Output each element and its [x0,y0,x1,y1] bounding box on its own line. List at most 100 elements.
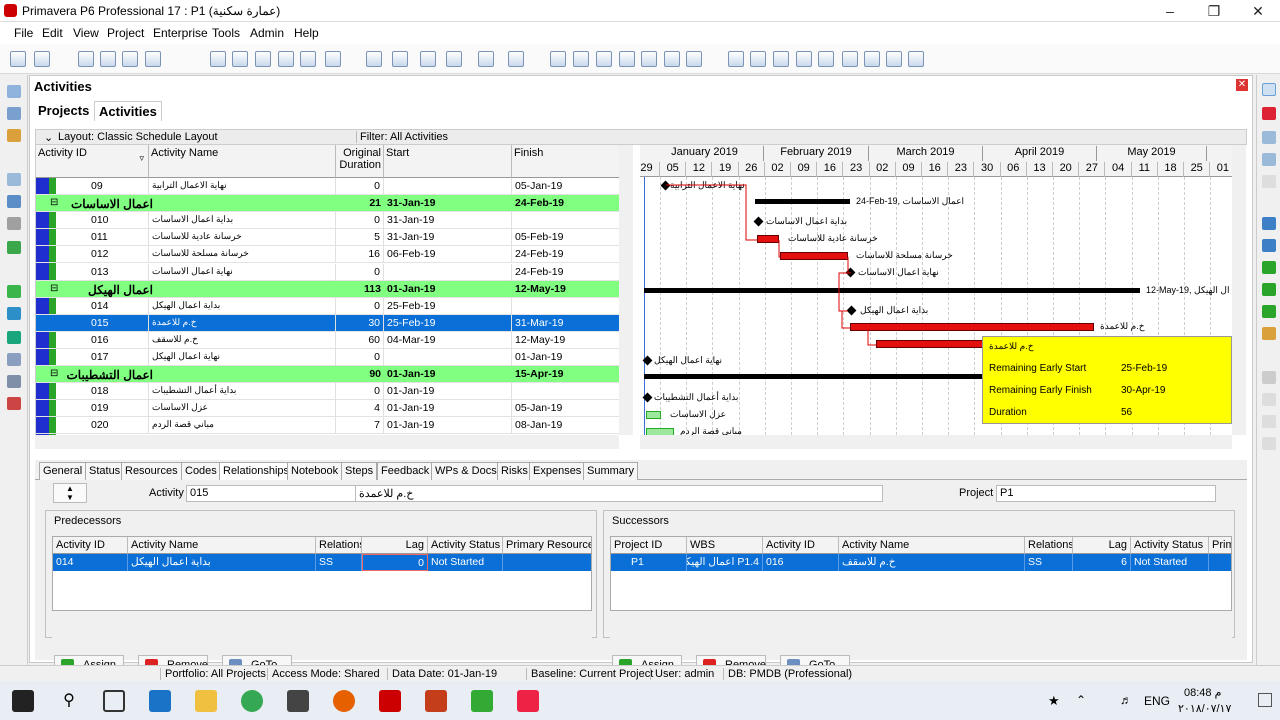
reports-icon[interactable] [886,51,902,67]
activity-name[interactable]: عزل الاساسات [149,400,336,418]
filter-view-icon[interactable] [255,51,271,67]
finish-date[interactable]: 12-May-19 [512,332,619,349]
portfolio-icon[interactable] [7,397,21,410]
succ-wbs[interactable]: P1.4 اعمال الهيكل [687,554,763,571]
activity-row[interactable]: 013 نهاية اعمال الاساسات 0 24-Feb-19 [36,263,619,281]
edge-icon[interactable] [149,690,171,712]
col-original-duration[interactable]: Original Duration [336,145,384,178]
network-icon[interactable] [122,51,138,67]
activity-row[interactable]: 010 بداية اعمال الاساسات 0 31-Jan-19 [36,212,619,230]
menu-tools[interactable]: Tools [212,26,240,40]
succ-relations[interactable]: SS [1025,554,1073,571]
wbs-row[interactable]: ⊟ اعمال الاساسات 21 31-Jan-19 24-Feb-19 [36,195,619,213]
duration[interactable]: 0 [336,383,384,401]
group-sort-icon[interactable] [478,51,494,67]
pred-primary-resource[interactable] [503,554,591,571]
start-date[interactable]: 06-Feb-19 [384,246,512,264]
activity-id[interactable]: 020 [88,417,149,435]
tab-general[interactable]: General [39,462,87,480]
gantt-chart-icon[interactable] [100,51,116,67]
activity-name[interactable]: خ.م للاسقف [149,331,336,349]
steps-icon[interactable] [686,51,702,67]
activity-id[interactable]: 018 [88,383,149,401]
baseline-icon[interactable] [596,51,612,67]
duration[interactable]: 16 [336,246,384,264]
succ-project-id[interactable]: P1 [611,554,687,571]
language-indicator[interactable]: ENG [1144,694,1170,708]
duration[interactable]: 0 [336,212,384,230]
start-date[interactable]: 01-Jan-19 [384,281,512,298]
tab-relationships[interactable]: Relationships [219,462,294,480]
resources-icon[interactable] [7,195,21,208]
tab-expenses[interactable]: Expenses [529,462,586,480]
zoom-out-icon[interactable] [750,51,766,67]
cut-icon[interactable] [1262,131,1276,144]
wbs-name[interactable]: اعمال الاساسات [66,195,156,212]
spreadsheet-icon[interactable] [420,51,436,67]
finish-date[interactable]: 05-Feb-19 [512,229,619,246]
cursor-icon[interactable] [145,51,161,67]
col-activity-name[interactable]: Activity Name [128,537,316,554]
activities-icon[interactable] [7,173,21,186]
nav-down-icon[interactable] [1262,437,1276,450]
project-field[interactable]: P1 [996,485,1216,502]
start-date[interactable]: 31-Jan-19 [384,195,512,212]
issues-icon[interactable] [7,285,21,298]
duration[interactable]: 7 [336,417,384,435]
tab-feedback[interactable]: Feedback [377,462,434,480]
tab-status[interactable]: Status [85,462,125,480]
file-explorer-icon[interactable] [195,690,217,712]
sort-icon[interactable] [300,51,316,67]
collapse-toggle-icon[interactable]: ⊟ [50,197,58,208]
start-date[interactable] [384,349,512,366]
duration[interactable]: 5 [336,229,384,247]
pred-activity-id[interactable]: 014 [53,554,128,571]
pred-lag[interactable]: 0 [362,554,428,571]
activity-name[interactable]: بداية اعمال الهيكل [149,297,336,315]
pred-status[interactable]: Not Started [428,554,503,571]
clock-date[interactable]: ٢٠١٨/٠٧/١٧ [1178,702,1231,715]
assign-predecessor-icon[interactable] [1262,261,1276,274]
assign-doc-icon[interactable] [1262,327,1276,340]
finish-date[interactable] [512,212,619,229]
activity-name[interactable]: مباني قصة الردم [149,417,336,435]
duration[interactable]: 0 [336,297,384,315]
start-date[interactable]: 01-Jan-19 [384,383,512,401]
col-lag[interactable]: Lag [1073,537,1131,554]
copy-icon[interactable] [1262,153,1276,166]
restore-icon[interactable]: ❐ [1192,0,1236,22]
minimize-icon[interactable]: – [1148,0,1192,22]
collapse-toggle-icon[interactable]: ⊟ [50,283,58,294]
activity-id[interactable]: 017 [88,349,149,366]
tab-resources[interactable]: Resources [121,462,182,480]
tab-projects[interactable]: Projects [34,101,93,121]
layout-icon[interactable] [232,51,248,67]
col-activity-name[interactable]: Activity Name [149,145,336,178]
start-date[interactable]: 01-Jan-19 [384,366,512,383]
activity-row[interactable]: 09 نهاية الاعمال الترابية 0 05-Jan-19 [36,178,619,195]
powerpoint-icon[interactable] [425,690,447,712]
col-activity-status[interactable]: Activity Status [428,537,503,554]
finish-date[interactable]: 31-Mar-19 [512,315,619,332]
activity-row[interactable]: 015 خ.م للاعمدة 30 25-Feb-19 31-Mar-19 [36,314,619,332]
finish-date[interactable]: 24-Feb-19 [512,195,619,212]
activity-id[interactable]: 013 [88,263,149,281]
activity-name[interactable]: نهاية اعمال الهيكل [149,349,336,366]
wbs-row[interactable]: ⊟ اعمال التشطيبات 90 01-Jan-19 15-Apr-19 [36,366,619,384]
activity-id[interactable]: 010 [88,212,149,230]
finish-date[interactable]: 24-Feb-19 [512,264,619,281]
activity-details-icon[interactable] [210,51,226,67]
schedule-icon[interactable] [550,51,566,67]
gantt-vertical-scrollbar[interactable] [1232,145,1246,435]
wbs-row[interactable]: ⊟ اعمال الهيكل 113 01-Jan-19 12-May-19 [36,280,619,298]
firefox-icon[interactable] [333,690,355,712]
print-icon[interactable] [10,51,26,67]
nav-left-icon[interactable] [1262,393,1276,406]
duration[interactable]: 30 [336,314,384,332]
collapse-icon[interactable] [818,51,834,67]
start-date[interactable]: 31-Jan-19 [384,212,512,230]
activity-id[interactable]: 011 [88,229,149,247]
threshold-icon[interactable] [7,307,21,320]
activity-id[interactable]: 014 [88,297,149,315]
finish-date[interactable]: 12-May-19 [512,281,619,298]
